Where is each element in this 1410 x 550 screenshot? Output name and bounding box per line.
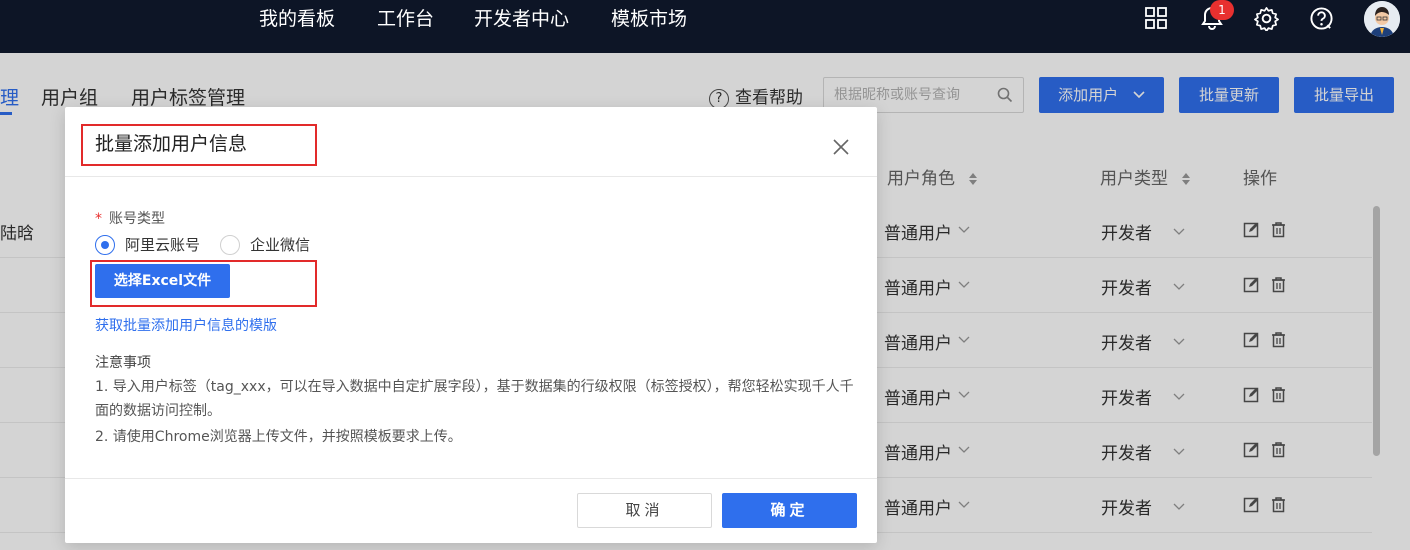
account-type-label: * 账号类型 [95, 208, 165, 228]
gear-icon[interactable] [1254, 6, 1279, 31]
confirm-button[interactable]: 确定 [722, 493, 857, 528]
note-item: 2. 请使用Chrome浏览器上传文件，并按照模板要求上传。 [95, 429, 462, 445]
note-item: 1. 导入用户标签（tag_xxx，可以在导入数据中自定扩展字段），基于数据集的… [95, 379, 854, 419]
help-question-icon[interactable] [1309, 6, 1334, 31]
file-button-highlight-box [90, 260, 317, 307]
radio-dot[interactable] [95, 235, 115, 255]
nav-template-market[interactable]: 模板市场 [611, 0, 687, 40]
nav-workbench[interactable]: 工作台 [377, 0, 434, 40]
required-mark: * [95, 211, 102, 227]
download-template-link[interactable]: 获取批量添加用户信息的模版 [95, 315, 277, 335]
radio-wecom-label: 企业微信 [250, 236, 311, 254]
account-type-text: 账号类型 [109, 211, 165, 227]
radio-aliyun-account[interactable]: 阿里云账号 [95, 235, 205, 257]
modal-footer-divider [65, 478, 877, 479]
title-highlight-box [81, 124, 317, 166]
nav-developer-center[interactable]: 开发者中心 [474, 0, 569, 40]
radio-dot[interactable] [220, 235, 240, 255]
notes-title: 注意事项 [95, 355, 151, 371]
nav-my-dashboard[interactable]: 我的看板 [259, 0, 335, 40]
apps-grid-icon[interactable] [1144, 6, 1168, 30]
radio-wecom[interactable]: 企业微信 [220, 235, 320, 257]
modal-header: 批量添加用户信息 [65, 107, 877, 177]
notification-badge: 1 [1210, 0, 1234, 20]
user-avatar[interactable] [1364, 1, 1400, 37]
batch-add-users-modal: 批量添加用户信息 * 账号类型 阿里云账号 企业微信 选择Excel文件 获取批量… [65, 107, 877, 543]
close-icon[interactable] [832, 138, 850, 156]
avatar-person-icon [1364, 1, 1400, 37]
radio-aliyun-label: 阿里云账号 [125, 236, 201, 254]
cancel-button[interactable]: 取消 [577, 493, 712, 528]
top-navigation-bar: 我的看板 工作台 开发者中心 模板市场 1 [0, 0, 1410, 53]
